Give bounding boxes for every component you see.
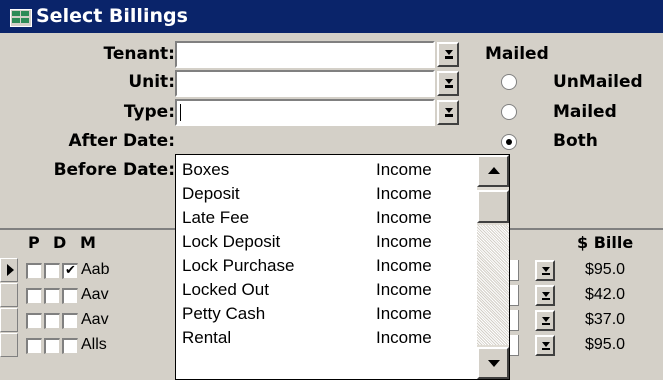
text-cursor bbox=[180, 104, 181, 121]
billed-cell[interactable]: $42.0 bbox=[585, 286, 625, 304]
current-record-icon bbox=[7, 264, 14, 276]
col-header-d[interactable]: D bbox=[53, 233, 66, 252]
type-combo[interactable] bbox=[175, 99, 435, 126]
unit-label: Unit: bbox=[128, 72, 175, 92]
dropdown-item-category: Income bbox=[376, 280, 432, 299]
dropdown-arrow-icon bbox=[445, 108, 453, 115]
dropdown-item[interactable]: Rental Income bbox=[176, 328, 476, 351]
record-selector[interactable] bbox=[0, 258, 18, 282]
scroll-thumb[interactable] bbox=[477, 190, 509, 223]
row-dropdown-button[interactable] bbox=[535, 260, 555, 281]
tenant-label: Tenant: bbox=[103, 44, 175, 64]
dropdown-item-name: Deposit bbox=[182, 184, 240, 203]
tenant-dropdown-button[interactable] bbox=[437, 42, 459, 67]
col-header-m[interactable]: M bbox=[80, 233, 96, 252]
record-selector[interactable] bbox=[0, 333, 18, 357]
billed-cell[interactable]: $95.0 bbox=[585, 261, 625, 279]
row-dropdown-button[interactable] bbox=[535, 310, 555, 331]
tenant-cell[interactable]: Alls bbox=[81, 336, 107, 354]
dropdown-item-category: Income bbox=[376, 304, 432, 323]
p-checkbox[interactable] bbox=[26, 288, 42, 304]
dropdown-item-name: Boxes bbox=[182, 160, 230, 179]
dropdown-arrow-icon bbox=[542, 267, 550, 274]
dropdown-item-category: Income bbox=[376, 232, 432, 251]
title-bar[interactable]: Select Billings bbox=[0, 0, 663, 33]
mailed-radio[interactable] bbox=[501, 104, 517, 120]
window-title: Select Billings bbox=[36, 5, 188, 27]
scroll-track[interactable] bbox=[477, 225, 509, 345]
both-radio[interactable] bbox=[501, 134, 517, 150]
unmailed-radio[interactable] bbox=[501, 74, 517, 90]
scroll-down-button[interactable] bbox=[477, 347, 509, 379]
dropdown-item-name: Lock Purchase bbox=[182, 256, 295, 275]
scroll-down-icon bbox=[488, 360, 500, 367]
record-selector[interactable] bbox=[0, 308, 18, 332]
type-cell[interactable] bbox=[509, 285, 519, 306]
mailed-label[interactable]: Mailed bbox=[553, 102, 617, 122]
d-checkbox[interactable] bbox=[44, 313, 60, 329]
dropdown-item-name: Locked Out bbox=[182, 280, 269, 299]
dropdown-item-category: Income bbox=[376, 208, 432, 227]
dropdown-item-name: Petty Cash bbox=[182, 304, 266, 323]
unit-combo[interactable] bbox=[175, 70, 435, 97]
d-checkbox[interactable] bbox=[44, 338, 60, 354]
dropdown-item-category: Income bbox=[376, 256, 432, 275]
type-cell[interactable] bbox=[509, 335, 519, 356]
dropdown-item[interactable]: Lock Deposit Income bbox=[176, 232, 476, 255]
d-checkbox[interactable] bbox=[44, 263, 60, 279]
billed-cell[interactable]: $95.0 bbox=[585, 336, 625, 354]
dropdown-item[interactable]: Late Fee Income bbox=[176, 208, 476, 231]
row-dropdown-button[interactable] bbox=[535, 285, 555, 306]
m-checkbox[interactable] bbox=[62, 338, 78, 354]
form-icon bbox=[10, 9, 32, 27]
dropdown-arrow-icon bbox=[542, 292, 550, 299]
type-cell[interactable] bbox=[509, 310, 519, 331]
both-label[interactable]: Both bbox=[553, 131, 598, 151]
dropdown-item-category: Income bbox=[376, 184, 432, 203]
type-dropdown-list[interactable]: Boxes Income Deposit Income Late Fee Inc… bbox=[175, 154, 510, 380]
type-label: Type: bbox=[123, 102, 175, 122]
dropdown-item-name: Lock Deposit bbox=[182, 232, 281, 251]
dropdown-arrow-icon bbox=[542, 317, 550, 324]
record-selector[interactable] bbox=[0, 283, 18, 307]
dropdown-arrow-icon bbox=[445, 79, 453, 86]
before-date-label: Before Date: bbox=[53, 160, 175, 180]
tenant-cell[interactable]: Aav bbox=[81, 286, 109, 304]
unmailed-label[interactable]: UnMailed bbox=[553, 72, 643, 92]
dropdown-item-name: Late Fee bbox=[182, 208, 250, 227]
m-checkbox[interactable] bbox=[62, 313, 78, 329]
col-header-billed[interactable]: $ Bille bbox=[577, 233, 633, 252]
dropdown-arrow-icon bbox=[542, 342, 550, 349]
billed-cell[interactable]: $37.0 bbox=[585, 311, 625, 329]
col-header-p[interactable]: P bbox=[28, 233, 40, 252]
m-checkbox[interactable] bbox=[62, 288, 78, 304]
row-dropdown-button[interactable] bbox=[535, 335, 555, 356]
mailed-group-label: Mailed bbox=[485, 44, 549, 64]
scroll-up-button[interactable] bbox=[477, 155, 509, 187]
p-checkbox[interactable] bbox=[26, 263, 42, 279]
p-checkbox[interactable] bbox=[26, 338, 42, 354]
dropdown-item[interactable]: Boxes Income bbox=[176, 160, 476, 183]
after-date-label: After Date: bbox=[68, 131, 175, 151]
tenant-cell[interactable]: Aab bbox=[81, 261, 109, 279]
type-dropdown-button[interactable] bbox=[437, 100, 459, 125]
dropdown-item[interactable]: Locked Out Income bbox=[176, 280, 476, 303]
dropdown-item[interactable]: Lock Purchase Income bbox=[176, 256, 476, 279]
dropdown-item-category: Income bbox=[376, 328, 432, 347]
dropdown-item[interactable]: Petty Cash Income bbox=[176, 304, 476, 327]
dropdown-item-category: Income bbox=[376, 160, 432, 179]
tenant-combo[interactable] bbox=[175, 41, 435, 68]
dropdown-item[interactable]: Deposit Income bbox=[176, 184, 476, 207]
d-checkbox[interactable] bbox=[44, 288, 60, 304]
m-checkbox[interactable]: ✔ bbox=[62, 263, 78, 279]
p-checkbox[interactable] bbox=[26, 313, 42, 329]
unit-dropdown-button[interactable] bbox=[437, 71, 459, 96]
dropdown-item-name: Rental bbox=[182, 328, 232, 347]
scroll-up-icon bbox=[488, 167, 500, 174]
dropdown-scrollbar[interactable] bbox=[477, 155, 509, 379]
tenant-cell[interactable]: Aav bbox=[81, 311, 109, 329]
type-cell[interactable] bbox=[509, 260, 519, 281]
dropdown-arrow-icon bbox=[445, 50, 453, 57]
